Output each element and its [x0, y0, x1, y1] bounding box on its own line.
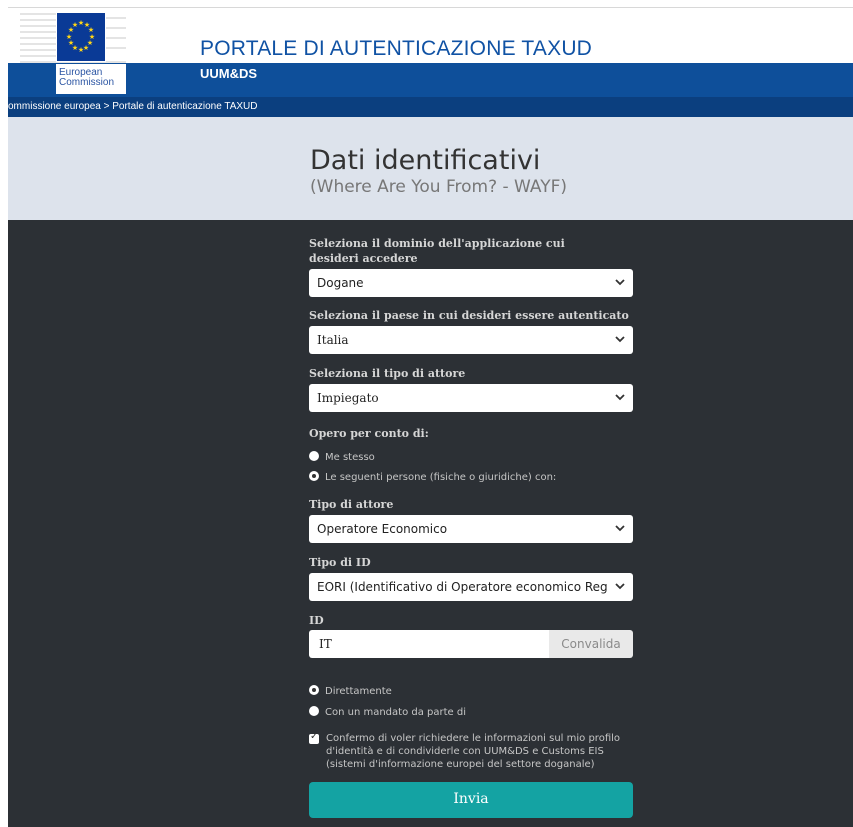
page-subtitle: (Where Are You From? - WAYF): [310, 177, 568, 197]
breadcrumb-separator: >: [103, 101, 110, 112]
country-label: Seleziona il paese in cui desideri esser…: [309, 309, 629, 322]
european-commission-logo[interactable]: ★ ★ ★ ★ ★ ★ ★ ★ ★ ★ ★ ★ European Commission: [20, 8, 126, 94]
wayf-form: Seleziona il dominio dell'applicazione c…: [8, 220, 853, 827]
logo-caption-line2: Commission: [59, 77, 115, 88]
chevron-down-icon: [614, 579, 626, 593]
id-input[interactable]: IT: [309, 630, 549, 658]
svg-text:★: ★: [72, 21, 78, 29]
radio-other-persons[interactable]: Le seguenti persone (fisiche o giuridich…: [309, 471, 556, 483]
radio-direttamente-label: Direttamente: [325, 686, 392, 697]
id-label: ID: [309, 614, 324, 627]
domain-select-value: Dogane: [317, 276, 364, 290]
portal-subtitle: UUM&DS: [200, 66, 258, 81]
on-behalf-label: Opero per conto di:: [309, 427, 429, 440]
breadcrumb-item-commission[interactable]: ommissione europea: [8, 101, 101, 112]
country-select[interactable]: Italia: [309, 326, 633, 354]
id-type-select[interactable]: EORI (Identificativo di Operatore econom…: [309, 573, 633, 601]
id-type-label: Tipo di ID: [309, 556, 371, 569]
rep-actor-label: Tipo di attore: [309, 498, 394, 511]
domain-select[interactable]: Dogane: [309, 269, 633, 297]
portal-title: PORTALE DI AUTENTICAZIONE TAXUD: [200, 37, 593, 60]
actor-type-select-value: Impiegato: [317, 391, 379, 405]
actor-type-select[interactable]: Impiegato: [309, 384, 633, 412]
rep-actor-select[interactable]: Operatore Economico: [309, 515, 633, 543]
breadcrumb-item-portal[interactable]: Portale di autenticazione TAXUD: [112, 101, 257, 112]
radio-button-checked[interactable]: [309, 685, 319, 695]
page-hero: Dati identificativi (Where Are You From?…: [8, 117, 853, 220]
breadcrumb: ommissione europea > Portale di autentic…: [8, 97, 853, 117]
radio-me-stesso[interactable]: Me stesso: [309, 451, 375, 463]
eu-flag-icon: ★ ★ ★ ★ ★ ★ ★ ★ ★ ★ ★ ★: [56, 12, 106, 62]
svg-text:★: ★: [66, 33, 72, 41]
radio-mandato-label: Con un mandato da parte di: [325, 707, 466, 718]
chevron-down-icon: [615, 279, 625, 286]
confirm-text: Confermo di voler richiedere le informaz…: [326, 733, 621, 770]
id-type-select-value: EORI (Identificativo di Operatore econom…: [317, 580, 608, 594]
radio-mandato[interactable]: Con un mandato da parte di: [309, 706, 466, 718]
rep-actor-select-value: Operatore Economico: [317, 522, 448, 536]
validate-button[interactable]: Convalida: [549, 630, 633, 658]
page-title: Dati identificativi: [310, 145, 541, 176]
site-header: ★ ★ ★ ★ ★ ★ ★ ★ ★ ★ ★ ★ European Commission PORT…: [8, 8, 853, 97]
actor-type-label: Seleziona il tipo di attore: [309, 367, 466, 380]
radio-button-checked[interactable]: [309, 471, 319, 481]
header-blue-band: [8, 63, 853, 97]
logo-caption: European Commission: [56, 64, 126, 94]
confirm-checkbox[interactable]: [309, 731, 319, 744]
chevron-down-icon: [615, 336, 625, 343]
submit-button[interactable]: Invia: [309, 782, 633, 818]
radio-me-stesso-label: Me stesso: [325, 452, 375, 463]
radio-direttamente[interactable]: Direttamente: [309, 685, 392, 697]
radio-button[interactable]: [309, 451, 319, 461]
radio-other-persons-label: Le seguenti persone (fisiche o giuridich…: [325, 472, 557, 483]
domain-label: Seleziona il dominio dell'applicazione c…: [309, 237, 565, 265]
radio-button[interactable]: [309, 706, 319, 716]
svg-text:★: ★: [78, 46, 84, 54]
country-select-value: Italia: [317, 333, 349, 347]
chevron-down-icon: [615, 394, 625, 401]
chevron-down-icon: [615, 525, 625, 532]
